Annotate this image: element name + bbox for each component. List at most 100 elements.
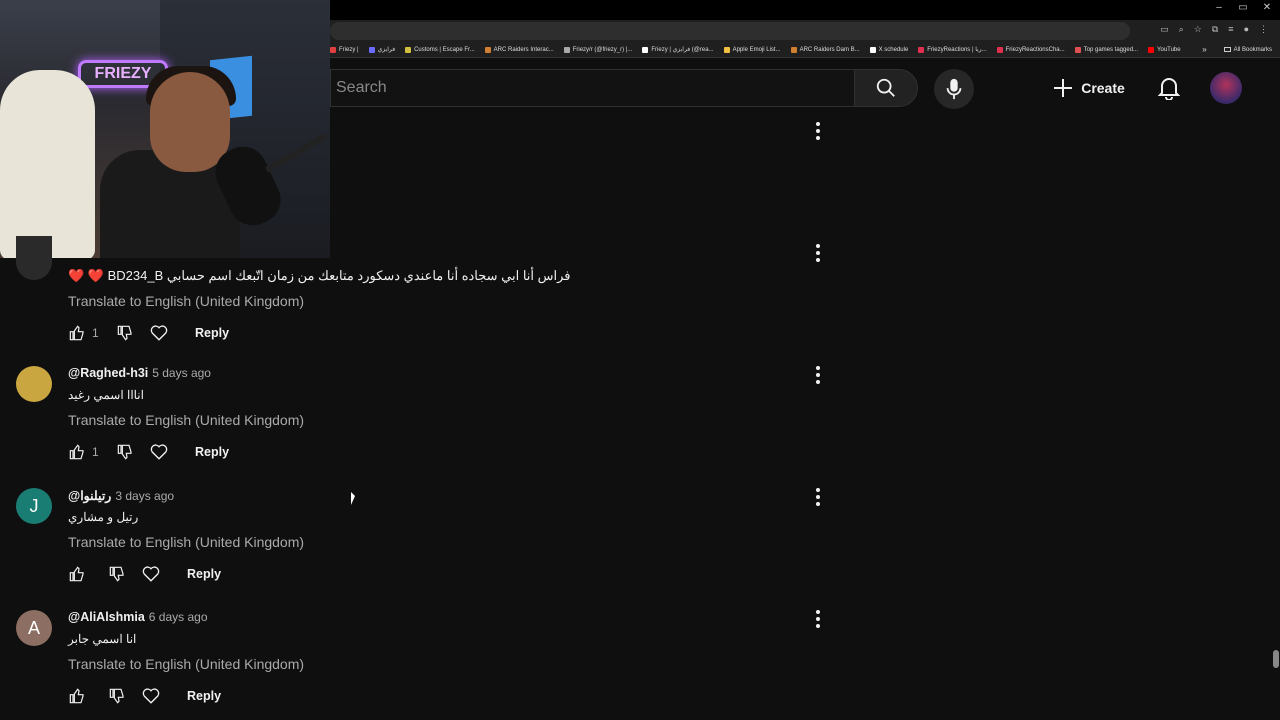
comment-menu-button[interactable] <box>806 607 830 631</box>
microphone-icon <box>946 78 962 100</box>
page-scrollbar[interactable] <box>1272 58 1280 720</box>
comment-actions: 1 Reply <box>68 325 229 341</box>
heart-icon[interactable] <box>142 687 160 705</box>
extensions-icon[interactable]: ⧉ <box>1212 24 1218 35</box>
bookmark-item[interactable]: Customs | Escape Fr... <box>405 46 475 53</box>
scrollbar-thumb[interactable] <box>1273 650 1279 668</box>
bookmark-label: YouTube <box>1157 46 1181 53</box>
comment-actions: Reply <box>68 566 221 582</box>
translate-link[interactable]: Translate to English (United Kingdom) <box>68 293 304 309</box>
bookmark-item[interactable]: FriezyReactions | ريا... <box>918 46 987 53</box>
bookmark-item[interactable]: Apple Emoji List... <box>723 46 781 53</box>
media-icon[interactable]: ≡ <box>1228 24 1233 35</box>
bookmark-item[interactable]: YouTube <box>1148 46 1181 53</box>
comment-menu-button[interactable] <box>806 363 830 387</box>
bookmark-label: FriezyReactions | ريا... <box>927 47 987 53</box>
dislike-icon[interactable] <box>116 324 134 342</box>
star-icon[interactable]: ☆ <box>1194 24 1202 35</box>
close-window-button[interactable]: ✕ <box>1260 2 1274 13</box>
all-bookmarks-label: All Bookmarks <box>1233 46 1272 53</box>
maximize-button[interactable]: ▭ <box>1236 2 1250 13</box>
webcam-chair <box>0 70 95 258</box>
overflow-chevron-icon[interactable]: » <box>1202 45 1206 54</box>
comment-menu-button[interactable] <box>806 485 830 509</box>
bookmark-label: Friezy/r (@friezy_r) |... <box>572 46 633 53</box>
commenter-avatar[interactable] <box>16 236 52 280</box>
webcam-overlay: FRIEZY <box>0 0 330 258</box>
translate-link[interactable]: Translate to English (United Kingdom) <box>68 412 304 428</box>
search-input[interactable]: Search <box>330 69 854 107</box>
translate-link[interactable]: Translate to English (United Kingdom) <box>68 656 304 672</box>
bookmark-label: فرايزي <box>377 47 396 53</box>
bookmark-label: X schedule <box>878 46 909 53</box>
comment-menu-button[interactable] <box>806 119 830 143</box>
reply-button[interactable]: Reply <box>187 689 221 703</box>
comment-author[interactable]: @AliAlshmia <box>68 610 145 624</box>
voice-search-button[interactable] <box>934 69 974 109</box>
like-icon[interactable] <box>68 443 86 461</box>
address-bar[interactable] <box>330 22 1130 40</box>
bookmark-item[interactable]: ARC Raiders Dam B... <box>790 46 860 53</box>
like-icon[interactable] <box>68 687 86 705</box>
commenter-avatar[interactable]: A <box>16 610 52 646</box>
commenter-avatar[interactable] <box>16 366 52 402</box>
menu-icon[interactable]: ⋮ <box>1259 24 1268 35</box>
like-count: 1 <box>92 445 99 459</box>
account-avatar[interactable] <box>1210 72 1242 104</box>
bookmark-item[interactable]: ARC Raiders Interac... <box>484 46 554 53</box>
bookmark-favicon-icon <box>790 46 797 53</box>
bell-icon <box>1158 78 1180 100</box>
minimize-button[interactable]: – <box>1212 2 1226 13</box>
cast-icon[interactable]: ▭ <box>1160 24 1169 35</box>
notifications-button[interactable] <box>1154 72 1184 104</box>
create-button[interactable]: Create <box>1044 69 1134 107</box>
mouse-cursor <box>351 492 355 505</box>
bookmark-item[interactable]: فرايزي <box>368 46 396 53</box>
bookmark-favicon-icon <box>642 46 649 53</box>
zoom-icon[interactable]: ⌕ <box>1179 24 1184 35</box>
like-icon[interactable] <box>68 565 86 583</box>
dislike-icon[interactable] <box>116 443 134 461</box>
profile-icon[interactable]: ● <box>1244 24 1249 35</box>
bookmark-item[interactable]: FriezyReactionsCha... <box>996 46 1065 53</box>
bookmark-favicon-icon <box>368 46 375 53</box>
all-bookmarks[interactable]: » All Bookmarks <box>1202 45 1272 54</box>
bookmark-favicon-icon <box>1148 46 1155 53</box>
bookmark-item[interactable]: Friezy | فرايزي (@rea... <box>642 46 714 53</box>
bookmark-item[interactable]: Friezy/r (@friezy_r) |... <box>563 46 633 53</box>
create-label: Create <box>1081 80 1125 96</box>
commenter-avatar[interactable]: J <box>16 488 52 524</box>
address-bar-actions: ▭ ⌕ ☆ ⧉ ≡ ● ⋮ <box>1160 24 1268 35</box>
dislike-icon[interactable] <box>108 687 126 705</box>
reply-button[interactable]: Reply <box>195 445 229 459</box>
comment-header: @AliAlshmia 6 days ago <box>68 610 208 624</box>
bookmark-label: Friezy | فرايزي (@rea... <box>651 47 714 53</box>
bookmark-item[interactable]: Top games tagged... <box>1074 46 1138 53</box>
bookmark-label: Customs | Escape Fr... <box>414 46 475 53</box>
heart-icon[interactable] <box>150 324 168 342</box>
comment-author[interactable]: @Raghed-h3i <box>68 366 148 380</box>
like-icon[interactable] <box>68 324 86 342</box>
bookmark-favicon-icon <box>405 46 412 53</box>
comment-menu-button[interactable] <box>806 241 830 265</box>
comment-time[interactable]: 5 days ago <box>152 366 211 380</box>
bookmark-label: ARC Raiders Interac... <box>493 46 554 53</box>
heart-icon[interactable] <box>142 565 160 583</box>
reply-button[interactable]: Reply <box>195 326 229 340</box>
bookmark-label: Friezy | <box>339 46 359 53</box>
bookmark-favicon-icon <box>869 46 876 53</box>
bookmark-item[interactable]: X schedule <box>869 46 909 53</box>
search-button[interactable] <box>854 69 918 107</box>
bookmark-item[interactable]: Friezy | <box>330 46 359 53</box>
comment-time[interactable]: 6 days ago <box>149 610 208 624</box>
dislike-icon[interactable] <box>108 565 126 583</box>
heart-icon[interactable] <box>150 443 168 461</box>
comment-author[interactable]: @رتيلنوا <box>68 488 111 503</box>
bookmark-favicon-icon <box>330 46 336 53</box>
translate-link[interactable]: Translate to English (United Kingdom) <box>68 534 304 550</box>
comment-actions: Reply <box>68 688 221 704</box>
reply-button[interactable]: Reply <box>187 567 221 581</box>
comment-time[interactable]: 3 days ago <box>115 489 174 503</box>
comment-header: @رتيلنوا 3 days ago <box>68 488 174 503</box>
comment-actions: 1 Reply <box>68 444 229 460</box>
